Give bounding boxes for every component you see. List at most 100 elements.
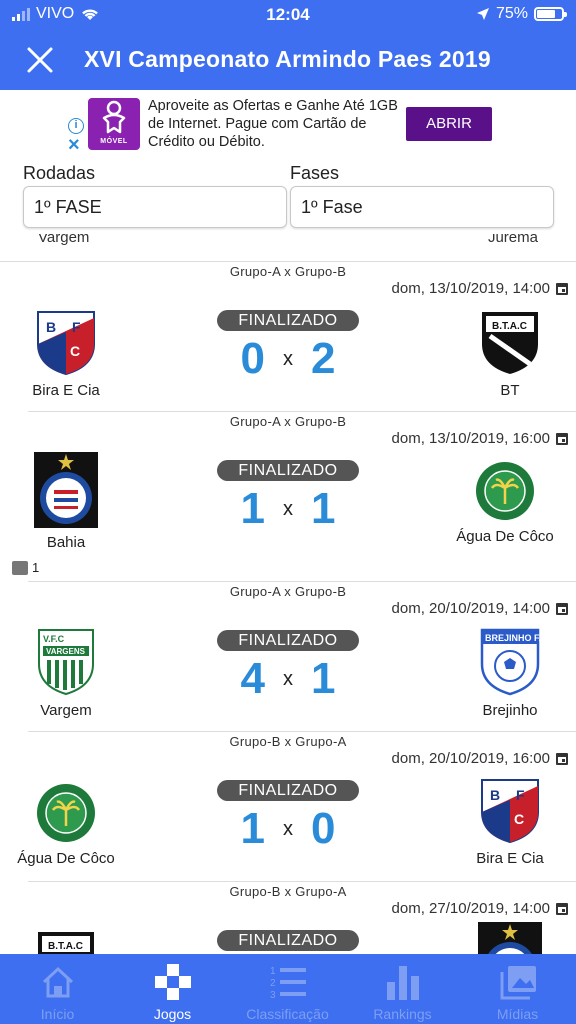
svg-text:1: 1 <box>270 966 276 977</box>
ordered-list-icon: 123 <box>270 966 306 1001</box>
home-score: 0 <box>240 334 265 383</box>
nav-classificacao[interactable]: 123 Classificação <box>230 954 345 1024</box>
app-screen: VIVO 12:04 75% XVI Campeonato Armindo Pa… <box>0 0 576 1024</box>
calendar-icon <box>556 902 568 915</box>
svg-text:B.T.A.C: B.T.A.C <box>48 941 83 952</box>
nav-label: Início <box>40 1006 75 1022</box>
match-groups: Grupo-B x Grupo-A <box>229 734 347 749</box>
home-score: 4 <box>240 654 265 703</box>
bira-e-cia-crest-icon: B FC <box>481 779 539 844</box>
away-team-name: Jurema <box>487 234 538 246</box>
home-score: 1 <box>240 484 265 533</box>
nav-rankings[interactable]: Rankings <box>345 954 460 1024</box>
match-card[interactable]: Grupo-B x Grupo-A dom, 20/10/2019, 16:00… <box>0 732 576 882</box>
home-team[interactable]: BFC Bira E Cia <box>0 308 136 399</box>
svg-text:2: 2 <box>270 978 276 989</box>
bahia-crest-icon <box>478 922 542 954</box>
nav-label: Jogos <box>153 1006 192 1022</box>
match-groups: Grupo-A x Grupo-B <box>229 584 347 599</box>
match-date: dom, 13/10/2019, 16:00 <box>392 430 568 447</box>
ad-figure-icon <box>102 100 126 134</box>
home-team[interactable]: Água De Côco <box>0 782 141 867</box>
home-team-name: Vargem <box>40 702 92 719</box>
home-score: 1 <box>240 804 265 853</box>
svg-text:BREJINHO F.C: BREJINHO F.C <box>485 633 542 643</box>
rodadas-filter: Rodadas 1º FASE <box>23 158 287 228</box>
calendar-icon <box>556 602 568 615</box>
svg-text:VARGENS: VARGENS <box>46 647 86 656</box>
svg-text:B: B <box>46 319 56 335</box>
away-team-name: Brejinho <box>482 702 538 719</box>
status-badge: FINALIZADO <box>217 630 359 651</box>
svg-text:F: F <box>516 787 525 803</box>
calendar-icon <box>556 282 568 295</box>
match-date: dom, 20/10/2019, 14:00 <box>392 600 568 617</box>
home-team-name: Vargem <box>38 234 90 246</box>
ad-info-icon[interactable]: i <box>68 118 84 134</box>
calendar-icon <box>556 752 568 765</box>
match-card[interactable]: Grupo-A x Grupo-B dom, 13/10/2019, 14:00… <box>0 262 576 412</box>
ad-close-icon[interactable]: × <box>68 135 80 155</box>
score-separator: x <box>283 817 293 840</box>
fases-label: Fases <box>290 163 340 183</box>
match-card-partial[interactable]: Vargem Jurema <box>0 234 576 262</box>
away-team[interactable]: BFC Bira E Cia <box>440 776 576 867</box>
ad-open-button[interactable]: ABRIR <box>406 107 492 141</box>
score-separator: x <box>283 497 293 520</box>
fases-filter: Fases 1º Fase <box>290 158 554 228</box>
match-card[interactable]: Grupo-A x Grupo-B dom, 13/10/2019, 16:00… <box>0 412 576 582</box>
bahia-crest-icon <box>34 452 98 528</box>
svg-text:V.F.C: V.F.C <box>43 634 65 644</box>
home-team[interactable]: Bahia <box>0 452 136 551</box>
away-team-name: BT <box>500 382 520 399</box>
home-team[interactable]: V.F.C VARGENS Vargem <box>0 626 136 719</box>
brejinho-crest-icon: BREJINHO F.C <box>480 628 542 696</box>
scoreline: 4x1 <box>217 650 359 708</box>
ad-text: Aproveite as Ofertas e Ganhe Até 1GB de … <box>148 98 398 150</box>
nav-jogos[interactable]: Jogos <box>115 954 230 1024</box>
fases-select[interactable]: 1º Fase <box>290 186 554 228</box>
away-team-name: Bira E Cia <box>476 850 544 867</box>
rodadas-label: Rodadas <box>23 163 96 183</box>
media-count-value: 1 <box>32 560 40 575</box>
ad-banner[interactable]: i × MÓVEL Aproveite as Ofertas e Ganhe A… <box>0 90 576 156</box>
media-count[interactable]: 1 <box>12 560 39 575</box>
away-team[interactable]: B.T.A.C BT <box>440 308 576 399</box>
match-groups: Grupo-B x Grupo-A <box>229 884 347 899</box>
gamepad-icon <box>154 964 191 1000</box>
away-team[interactable]: Água De Côco <box>430 460 576 545</box>
svg-text:B.T.A.C: B.T.A.C <box>492 321 527 332</box>
nav-label: Mídias <box>496 1006 539 1022</box>
svg-text:C: C <box>70 343 80 359</box>
nav-midias[interactable]: Mídias <box>460 954 575 1024</box>
away-team[interactable] <box>440 922 576 954</box>
battery-icon <box>534 7 567 21</box>
match-groups: Grupo-A x Grupo-B <box>229 264 347 279</box>
score-separator: x <box>283 347 293 370</box>
match-card[interactable]: Grupo-B x Grupo-A dom, 27/10/2019, 14:00… <box>0 882 576 954</box>
away-score: 1 <box>311 654 336 703</box>
rodadas-select[interactable]: 1º FASE <box>23 186 287 228</box>
away-team[interactable]: BREJINHO F.C Brejinho <box>440 626 576 719</box>
battery-percent: 75% <box>495 5 528 22</box>
ad-logo[interactable]: MÓVEL <box>88 98 140 150</box>
scoreline: 1x1 <box>217 480 359 538</box>
match-groups: Grupo-A x Grupo-B <box>229 414 347 429</box>
close-icon[interactable] <box>24 44 56 76</box>
home-icon <box>42 966 73 998</box>
bt-crest-icon: B.T.A.C <box>38 932 94 954</box>
home-team[interactable]: B.T.A.C <box>0 928 136 954</box>
match-card[interactable]: Grupo-A x Grupo-B dom, 20/10/2019, 14:00… <box>0 582 576 732</box>
app-header: XVI Campeonato Armindo Paes 2019 <box>0 30 576 90</box>
nav-inicio[interactable]: Início <box>0 954 115 1024</box>
home-team-name: Água De Côco <box>17 850 115 867</box>
home-team-name: Bira E Cia <box>32 382 100 399</box>
bira-e-cia-crest-icon: B FC <box>37 311 95 376</box>
photo-library-icon <box>500 966 536 1000</box>
svg-text:C: C <box>514 811 524 827</box>
status-badge: FINALIZADO <box>217 930 359 951</box>
scoreline: 0x2 <box>217 330 359 388</box>
away-team-name: Água De Côco <box>456 528 554 545</box>
agua-de-coco-crest-icon <box>37 784 95 842</box>
match-list[interactable]: Vargem Jurema Grupo-A x Grupo-B dom, 13/… <box>0 234 576 954</box>
